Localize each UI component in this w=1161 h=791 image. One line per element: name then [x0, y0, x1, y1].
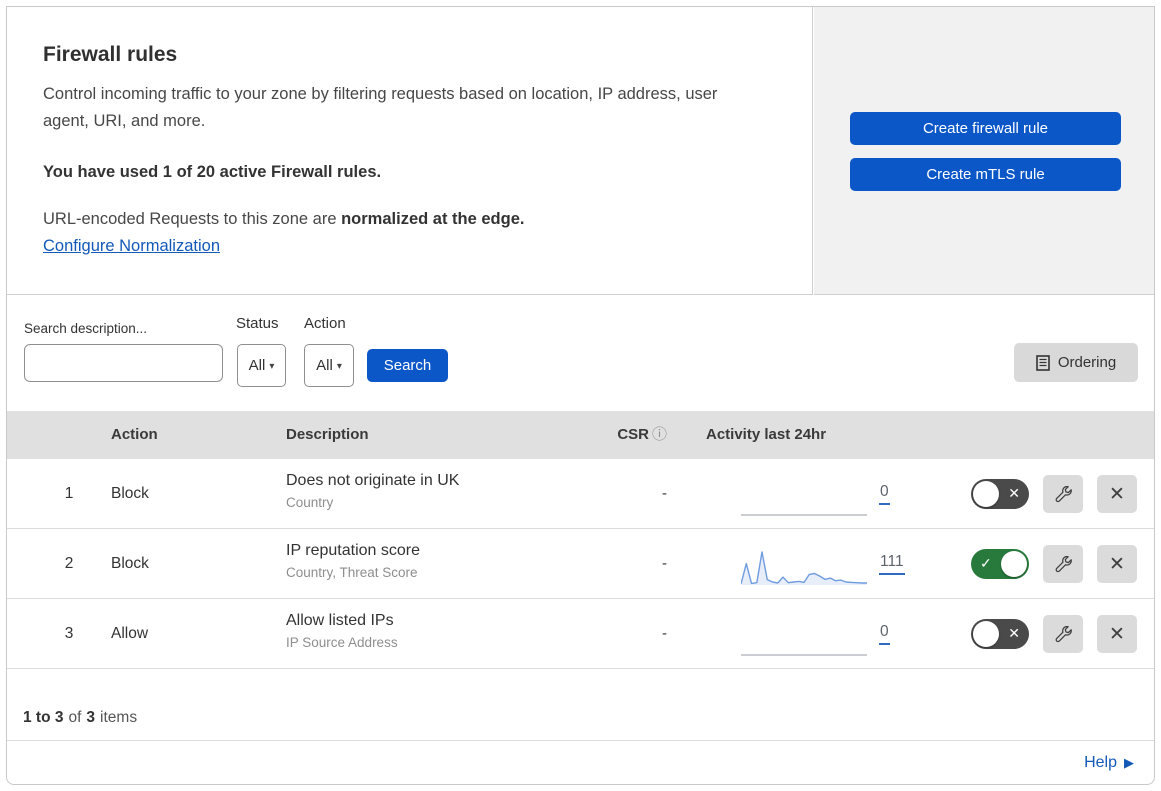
activity-count-cell: 111 [879, 529, 905, 599]
column-header-description: Description [286, 426, 369, 443]
x-icon: ✕ [1008, 485, 1020, 502]
activity-count-link[interactable]: 0 [879, 623, 890, 645]
page-description: Control incoming traffic to your zone by… [43, 85, 718, 130]
search-button[interactable]: Search [367, 349, 448, 382]
header-section: Firewall rules Control incoming traffic … [7, 7, 813, 295]
column-header-activity: Activity last 24hr [706, 426, 827, 443]
page-title: Firewall rules [43, 43, 178, 66]
table-header: Action Description CSR ⓘ Activity last 24… [7, 411, 1154, 459]
create-firewall-rule-button[interactable]: Create firewall rule [850, 112, 1121, 145]
edit-rule-button[interactable] [1043, 475, 1083, 513]
table-row: 3 Allow Allow listed IPs IP Source Addre… [7, 599, 1154, 669]
rule-fields: Country [286, 495, 334, 510]
rule-csr-value: - [662, 555, 667, 572]
normalization-note-bold: normalized at the edge. [341, 210, 525, 228]
rule-description[interactable]: IP reputation score [286, 542, 420, 560]
rule-priority: 1 [64, 485, 74, 502]
rule-fields: IP Source Address [286, 635, 398, 650]
delete-rule-button[interactable]: ✕ [1097, 475, 1137, 513]
check-icon: ✓ [980, 555, 992, 572]
wrench-icon [1055, 625, 1072, 642]
activity-count-link[interactable]: 111 [879, 553, 905, 575]
help-bar: Help ▶ [7, 741, 1154, 785]
rule-enabled-toggle[interactable]: ✓ ✕ [971, 619, 1029, 649]
table-row: 1 Block Does not originate in UK Country… [7, 459, 1154, 529]
activity-sparkline [741, 654, 867, 656]
column-header-action: Action [111, 426, 158, 443]
column-header-csr: CSR ⓘ [617, 426, 667, 443]
normalization-note: URL-encoded Requests to this zone are no… [43, 210, 525, 228]
toggle-knob [973, 621, 999, 647]
action-dropdown-value: All [316, 357, 333, 374]
rule-enabled-toggle[interactable]: ✓ ✕ [971, 479, 1029, 509]
rule-description-cell: IP reputation score Country, Threat Scor… [286, 542, 420, 580]
rule-description[interactable]: Does not originate in UK [286, 472, 459, 490]
action-label: Action [304, 315, 346, 332]
rule-action: Allow [111, 625, 149, 642]
rule-enabled-toggle[interactable]: ✓ ✕ [971, 549, 1029, 579]
action-dropdown[interactable]: All ▾ [304, 344, 354, 387]
rule-action: Block [111, 485, 149, 502]
x-icon: ✕ [1008, 625, 1020, 642]
edit-rule-button[interactable] [1043, 615, 1083, 653]
filter-bar: Search description... Status Action All … [7, 295, 1154, 411]
activity-count-cell: 0 [879, 459, 890, 529]
help-link[interactable]: Help ▶ [1084, 754, 1134, 772]
arrow-right-icon: ▶ [1124, 755, 1134, 770]
search-label: Search description... [24, 321, 148, 336]
rule-priority: 2 [64, 555, 74, 572]
status-dropdown-value: All [248, 357, 266, 374]
search-input[interactable] [41, 355, 222, 371]
chevron-down-icon: ▾ [269, 361, 275, 372]
delete-rule-button[interactable]: ✕ [1097, 615, 1137, 653]
ordering-button-label: Ordering [1057, 354, 1117, 371]
rule-csr-value: - [662, 485, 667, 502]
firewall-rules-panel: Firewall rules Control incoming traffic … [6, 6, 1155, 785]
activity-sparkline [741, 551, 867, 585]
create-mtls-rule-button[interactable]: Create mTLS rule [850, 158, 1121, 191]
chevron-down-icon: ▾ [336, 361, 342, 372]
activity-count-cell: 0 [879, 599, 890, 669]
pagination-summary: 1 to 3 of 3 items [23, 709, 138, 726]
rule-priority: 3 [64, 625, 74, 642]
table-row: 2 Block IP reputation score Country, Thr… [7, 529, 1154, 599]
wrench-icon [1055, 485, 1072, 502]
ordering-list-icon [1036, 354, 1050, 371]
usage-summary: You have used 1 of 20 active Firewall ru… [43, 163, 382, 181]
pagination-bar: 1 to 3 of 3 items [7, 669, 1154, 741]
actions-panel: Create firewall rule Create mTLS rule [814, 7, 1154, 295]
delete-rule-button[interactable]: ✕ [1097, 545, 1137, 583]
toggle-knob [973, 481, 999, 507]
configure-normalization-link[interactable]: Configure Normalization [43, 237, 220, 256]
activity-count-link[interactable]: 0 [879, 483, 890, 505]
activity-sparkline [741, 514, 867, 516]
status-label: Status [236, 315, 279, 332]
rule-description-cell: Allow listed IPs IP Source Address [286, 612, 398, 650]
pagination-total: 3 [86, 709, 96, 726]
toggle-knob [1001, 551, 1027, 577]
info-icon[interactable]: ⓘ [652, 426, 667, 443]
search-field-container [24, 344, 223, 382]
ordering-button[interactable]: Ordering [1014, 343, 1138, 382]
wrench-icon [1055, 555, 1072, 572]
edit-rule-button[interactable] [1043, 545, 1083, 583]
rule-csr-value: - [662, 625, 667, 642]
pagination-range: 1 to 3 [23, 709, 64, 726]
status-dropdown[interactable]: All ▾ [237, 344, 286, 387]
rule-description-cell: Does not originate in UK Country [286, 472, 459, 510]
rule-fields: Country, Threat Score [286, 565, 418, 580]
rule-action: Block [111, 555, 149, 572]
rule-description[interactable]: Allow listed IPs [286, 612, 398, 630]
